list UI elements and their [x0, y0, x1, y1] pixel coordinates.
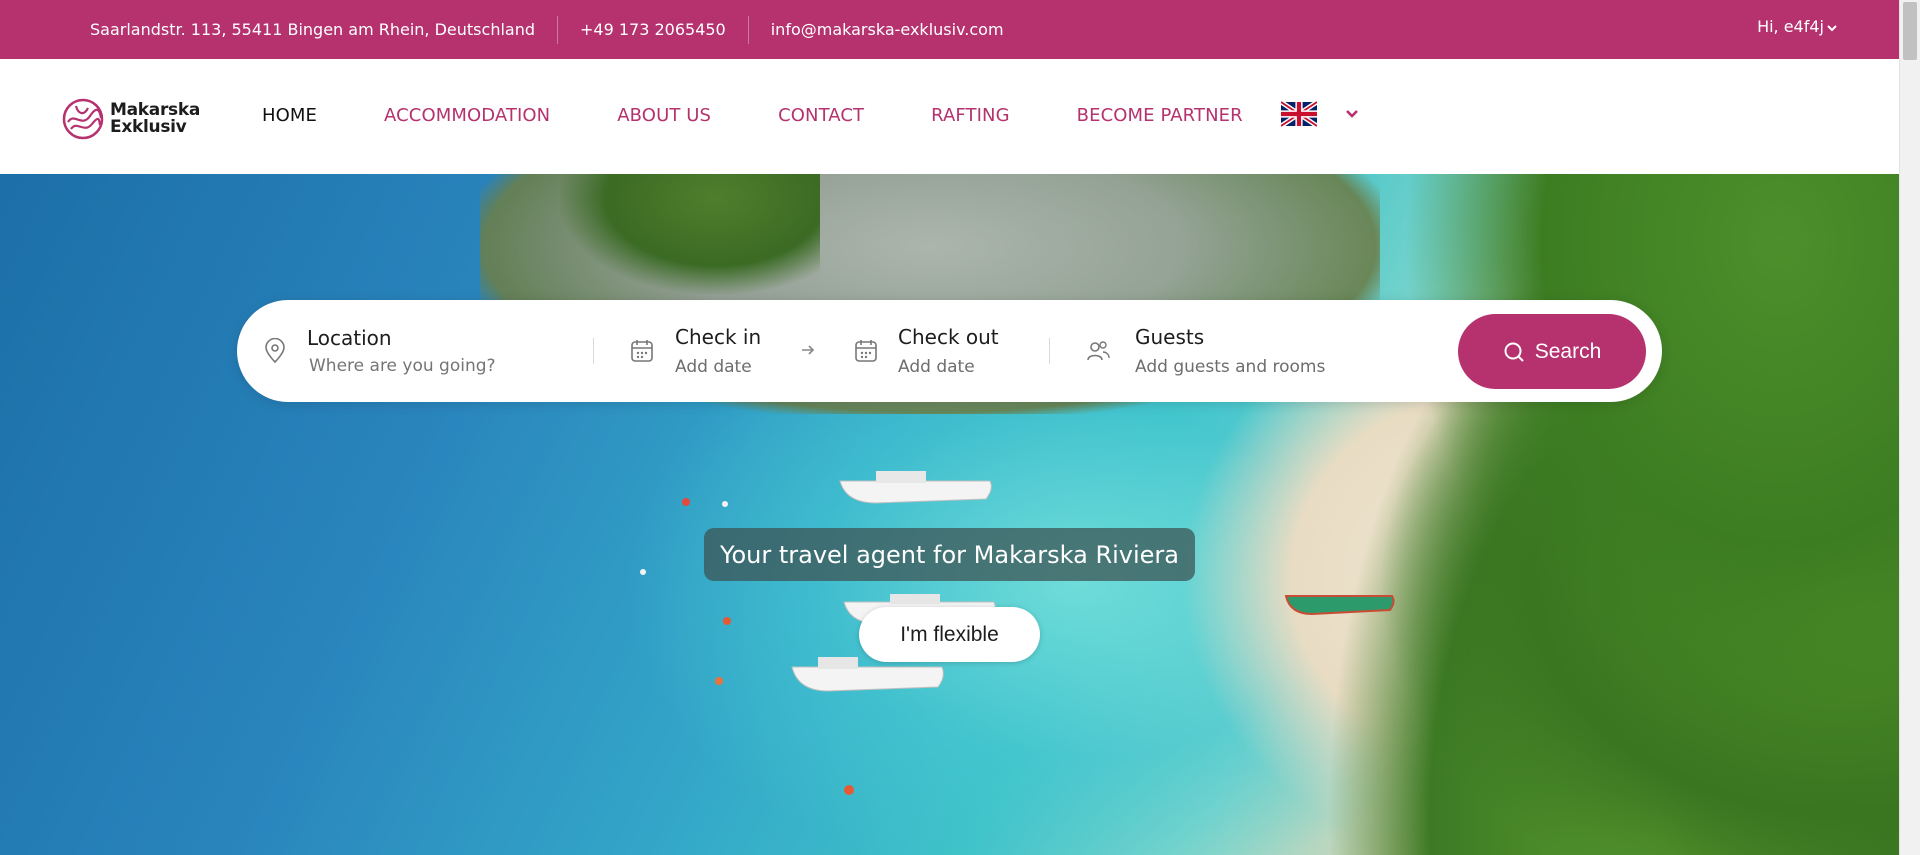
- checkin-field[interactable]: Check in Add date: [630, 300, 761, 402]
- location-label: Location: [307, 326, 392, 350]
- brand-name: Makarska Exklusiv: [110, 102, 200, 136]
- user-greeting: Hi, e4f4j: [1757, 17, 1824, 36]
- address-text: Saarlandstr. 113, 55411 Bingen am Rhein,…: [90, 20, 535, 39]
- search-bar: Location Check in Add date Check out Add…: [237, 300, 1662, 402]
- buoy-image: [844, 785, 854, 795]
- checkout-label: Check out: [898, 325, 999, 349]
- uk-flag-icon: [1281, 101, 1317, 127]
- location-field[interactable]: Location: [263, 300, 557, 402]
- phone-link[interactable]: +49 173 2065450: [558, 20, 748, 39]
- checkout-field[interactable]: Check out Add date: [854, 300, 999, 402]
- boat-image: [839, 471, 992, 504]
- guests-value: Add guests and rooms: [1135, 357, 1326, 377]
- brand-logo[interactable]: Makarska Exklusiv: [62, 98, 200, 140]
- nav-item-home[interactable]: HOME: [262, 105, 317, 126]
- main-navigation: Makarska Exklusiv HOME ACCOMMODATION ABO…: [0, 59, 1899, 174]
- map-pin-icon: [265, 338, 285, 364]
- users-icon: [1087, 341, 1110, 361]
- logo-mark-icon: [62, 98, 104, 140]
- email-link[interactable]: info@makarska-exklusiv.com: [749, 20, 1026, 39]
- flexible-button[interactable]: I'm flexible: [859, 607, 1040, 662]
- nav-item-rafting[interactable]: RAFTING: [931, 105, 1010, 126]
- hero-trees: [1299, 174, 1899, 855]
- buoy-image: [722, 501, 728, 507]
- nav-item-about-us[interactable]: ABOUT US: [617, 105, 711, 126]
- chevron-down-icon: [1827, 24, 1837, 31]
- search-button-label: Search: [1534, 339, 1602, 363]
- hero-tagline: Your travel agent for Makarska Riviera: [704, 528, 1195, 581]
- checkin-value: Add date: [675, 357, 752, 377]
- user-menu[interactable]: Hi, e4f4j: [1757, 17, 1837, 36]
- arrow-right-icon: [802, 345, 815, 355]
- search-button[interactable]: Search: [1458, 314, 1646, 389]
- checkout-value: Add date: [898, 357, 975, 377]
- contact-info: Saarlandstr. 113, 55411 Bingen am Rhein,…: [90, 15, 1026, 44]
- brand-line2: Exklusiv: [110, 117, 187, 137]
- divider: [593, 338, 594, 364]
- nav-item-become-partner[interactable]: BECOME PARTNER: [1077, 105, 1243, 126]
- guests-label: Guests: [1135, 325, 1205, 349]
- guests-field[interactable]: Guests Add guests and rooms: [1086, 300, 1325, 402]
- hero-banner: [0, 174, 1899, 855]
- checkin-label: Check in: [675, 325, 762, 349]
- hero-trees: [560, 174, 820, 294]
- search-icon: [1504, 342, 1524, 362]
- scrollbar-thumb[interactable]: [1903, 2, 1917, 60]
- buoy-image: [723, 617, 731, 625]
- location-input[interactable]: [307, 356, 557, 376]
- boat-image: [1284, 595, 1395, 616]
- buoy-image: [715, 677, 723, 685]
- nav-item-accommodation[interactable]: ACCOMMODATION: [384, 105, 550, 126]
- buoy-image: [682, 498, 690, 506]
- chevron-down-icon: [1346, 110, 1358, 118]
- calendar-icon: [631, 340, 653, 362]
- language-selector[interactable]: [1281, 101, 1359, 127]
- nav-menu: HOME ACCOMMODATION ABOUT US CONTACT RAFT…: [262, 105, 1310, 126]
- page-scrollbar[interactable]: [1899, 0, 1920, 855]
- nav-item-contact[interactable]: CONTACT: [778, 105, 864, 126]
- calendar-icon: [855, 340, 877, 362]
- buoy-image: [640, 569, 646, 575]
- top-info-bar: Saarlandstr. 113, 55411 Bingen am Rhein,…: [0, 0, 1899, 59]
- divider: [1049, 338, 1050, 364]
